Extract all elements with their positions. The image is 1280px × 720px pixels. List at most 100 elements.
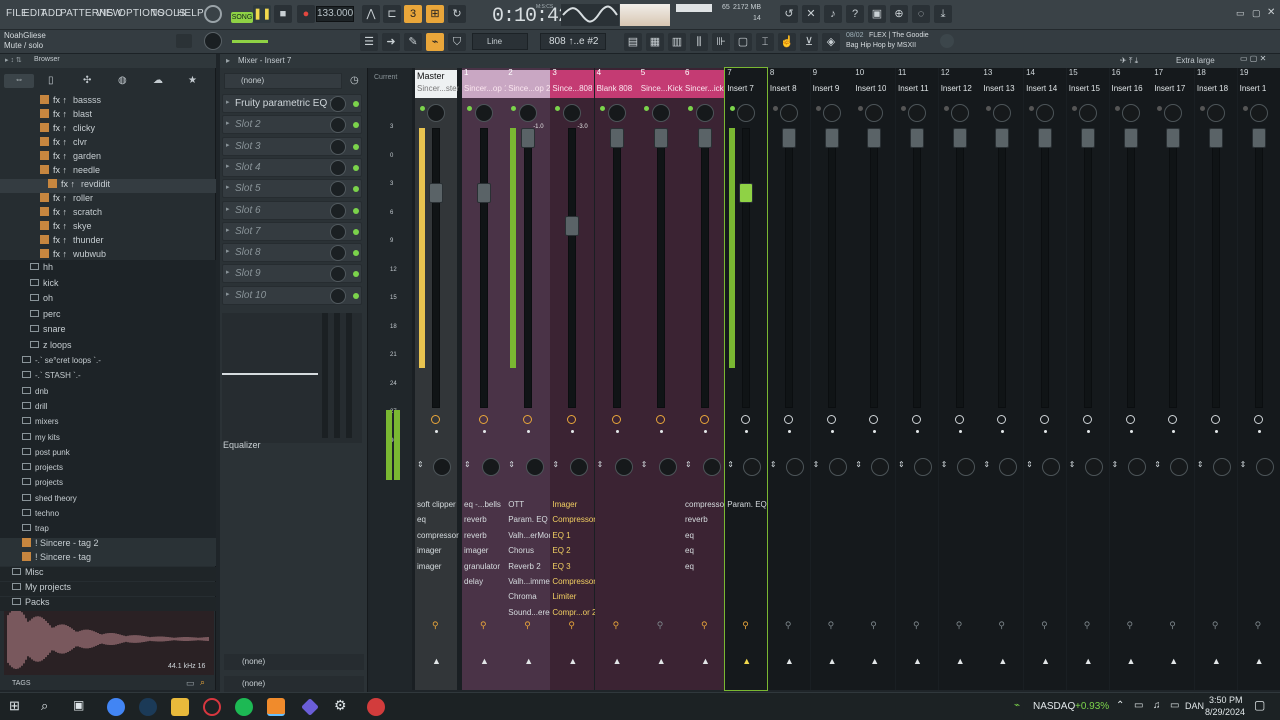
settings-icon[interactable]: ⚙: [334, 697, 347, 714]
clock-date[interactable]: 8/29/2024: [1205, 707, 1245, 717]
strip-swap-icon[interactable]: ⇕: [597, 460, 604, 469]
insert-strip[interactable]: 1 Sincer...op 1 ⇕ eq -...bells reverb reverb i…: [462, 68, 508, 690]
strip-pan-knob[interactable]: [822, 104, 841, 122]
recorder-icon[interactable]: [367, 698, 385, 716]
strip-send-icon[interactable]: ⚲: [913, 620, 920, 631]
strip-fx-item[interactable]: granulator: [464, 562, 510, 571]
strip-route-arrow-icon[interactable]: ▲: [998, 656, 1007, 666]
strip-link-button[interactable]: [1168, 415, 1178, 424]
strip-volume-fader[interactable]: [910, 128, 924, 148]
strip-fx-item[interactable]: EQ 3: [552, 562, 598, 571]
strip-link-button[interactable]: [479, 415, 488, 424]
strip-header[interactable]: 13 Insert 13: [981, 68, 1024, 98]
strip-volume-track[interactable]: [1041, 128, 1050, 408]
strip-swap-icon[interactable]: ⇕: [727, 460, 734, 469]
strip-header[interactable]: Master Sincer...ster: [415, 70, 459, 98]
window-minimize-icon[interactable]: ▭: [1236, 8, 1245, 19]
master-strip[interactable]: Master Sincer...ster ⇕ soft clipper eq compre…: [415, 68, 459, 690]
strip-link-button[interactable]: [1210, 415, 1220, 424]
folder-item[interactable]: shed theory: [0, 493, 216, 508]
slot-mix-knob[interactable]: [330, 287, 346, 304]
strip-volume-fader[interactable]: [698, 128, 712, 148]
strip-pan-knob[interactable]: [993, 104, 1012, 122]
preset-item[interactable]: fx ↑ revdidit: [0, 179, 216, 193]
strip-fx-item[interactable]: eq -...bells: [464, 500, 510, 509]
strip-stereo-knob[interactable]: [914, 458, 932, 476]
strip-stereo-knob[interactable]: [785, 458, 804, 476]
snap-select[interactable]: Line: [472, 33, 528, 50]
strip-route-arrow-icon[interactable]: ▲: [432, 656, 441, 666]
strip-stereo-knob[interactable]: [614, 458, 633, 476]
strip-route-arrow-icon[interactable]: ▲: [657, 656, 666, 666]
strip-swap-icon[interactable]: ⇕: [855, 460, 862, 469]
strip-pan-knob[interactable]: [1249, 104, 1268, 122]
strip-swap-icon[interactable]: ⇕: [508, 460, 515, 469]
slot-mix-knob[interactable]: [330, 138, 346, 155]
strip-route-arrow-icon[interactable]: ▲: [480, 656, 489, 666]
strip-volume-track[interactable]: [827, 128, 836, 408]
strip-fx-item[interactable]: Compr...or 2: [552, 608, 598, 617]
window-restore-icon[interactable]: ▢: [1252, 8, 1261, 19]
library-item[interactable]: Packs: [0, 597, 216, 611]
strip-swap-icon[interactable]: ⇕: [1069, 460, 1076, 469]
strip-volume-track[interactable]: [955, 128, 964, 408]
strip-fx-item[interactable]: Valh...erMod: [508, 531, 554, 540]
strip-volume-track[interactable]: [742, 128, 751, 408]
strip-volume-fader[interactable]: [1123, 128, 1138, 148]
strip-pan-knob[interactable]: [563, 104, 582, 122]
strip-header[interactable]: 14 Insert 14: [1024, 68, 1067, 98]
slot-arrow-icon[interactable]: ▸: [226, 98, 230, 106]
strip-stereo-knob[interactable]: [1127, 458, 1146, 476]
strip-volume-track[interactable]: [568, 128, 577, 408]
strip-send-icon[interactable]: ⚲: [1127, 620, 1134, 631]
preset-item[interactable]: fx ↑ clicky: [0, 123, 216, 137]
strip-header[interactable]: 19 Insert 1: [1237, 68, 1280, 98]
slot-mix-knob[interactable]: [330, 245, 346, 262]
strip-swap-icon[interactable]: ⇕: [941, 460, 948, 469]
folder-icon[interactable]: ▭: [186, 678, 195, 689]
folder-item[interactable]: my kits: [0, 432, 216, 447]
strip-pan-knob[interactable]: [737, 104, 756, 122]
strip-send-icon[interactable]: ⚲: [657, 620, 664, 631]
strip-fx-item[interactable]: compressor: [417, 531, 463, 540]
stock-change[interactable]: +0.93%: [1075, 701, 1109, 712]
save-icon[interactable]: ▣: [868, 5, 886, 23]
preset-item[interactable]: fx ↑ bassss: [0, 95, 216, 109]
strip-swap-icon[interactable]: ⇕: [641, 460, 648, 469]
folder-item[interactable]: -.` STASH `.-: [0, 371, 216, 385]
strip-pan-knob[interactable]: [779, 104, 798, 122]
strip-swap-icon[interactable]: ⇕: [1112, 460, 1119, 469]
strip-volume-track[interactable]: [913, 128, 921, 408]
insert-strip[interactable]: 14 Insert 14 ⇕ ⚲ ▲: [1024, 68, 1067, 690]
strip-enable-led[interactable]: [1071, 106, 1077, 111]
strip-volume-fader[interactable]: [565, 216, 580, 236]
strip-link-button[interactable]: [700, 415, 709, 424]
touch-icon[interactable]: ☝: [778, 33, 796, 51]
effect-slot[interactable]: ▸ Slot 10: [222, 285, 362, 305]
mixer-menu-icon[interactable]: ▸: [226, 56, 230, 65]
plugin-picker-icon[interactable]: ⊕: [890, 5, 908, 23]
strip-volume-fader[interactable]: [824, 128, 839, 148]
strip-volume-track[interactable]: [612, 128, 621, 408]
strip-send-icon[interactable]: ⚲: [785, 620, 792, 631]
strip-stereo-knob[interactable]: [1084, 458, 1103, 476]
magnet-icon[interactable]: ⌁: [426, 33, 444, 51]
effect-slot[interactable]: ▸ Slot 2: [222, 115, 362, 135]
folder-item[interactable]: techno: [0, 509, 216, 523]
strip-send-icon[interactable]: ⚲: [998, 620, 1005, 631]
strip-fx-item[interactable]: eq: [417, 515, 463, 524]
strip-enable-led[interactable]: [1199, 106, 1205, 111]
strip-volume-track[interactable]: [656, 128, 665, 408]
slot-enable-led[interactable]: [353, 186, 359, 193]
strip-volume-fader[interactable]: [995, 128, 1010, 148]
insert-strip[interactable]: 7 Insert 7 ⇕ Param. EQ 2 ⚲ ▲: [724, 67, 773, 691]
slot-arrow-icon[interactable]: ▸: [226, 141, 230, 149]
strip-header[interactable]: 7 Insert 7: [725, 68, 768, 98]
strip-stereo-knob[interactable]: [433, 458, 451, 476]
arrows-icon[interactable]: ▸ ↕ ⇅: [5, 56, 22, 64]
strip-header[interactable]: 1 Sincer...op 1: [462, 68, 508, 98]
folder-item[interactable]: projects: [0, 463, 216, 477]
strip-enable-led[interactable]: [467, 106, 472, 111]
strip-link-button[interactable]: [1253, 415, 1263, 424]
slot-mix-knob[interactable]: [330, 202, 346, 219]
